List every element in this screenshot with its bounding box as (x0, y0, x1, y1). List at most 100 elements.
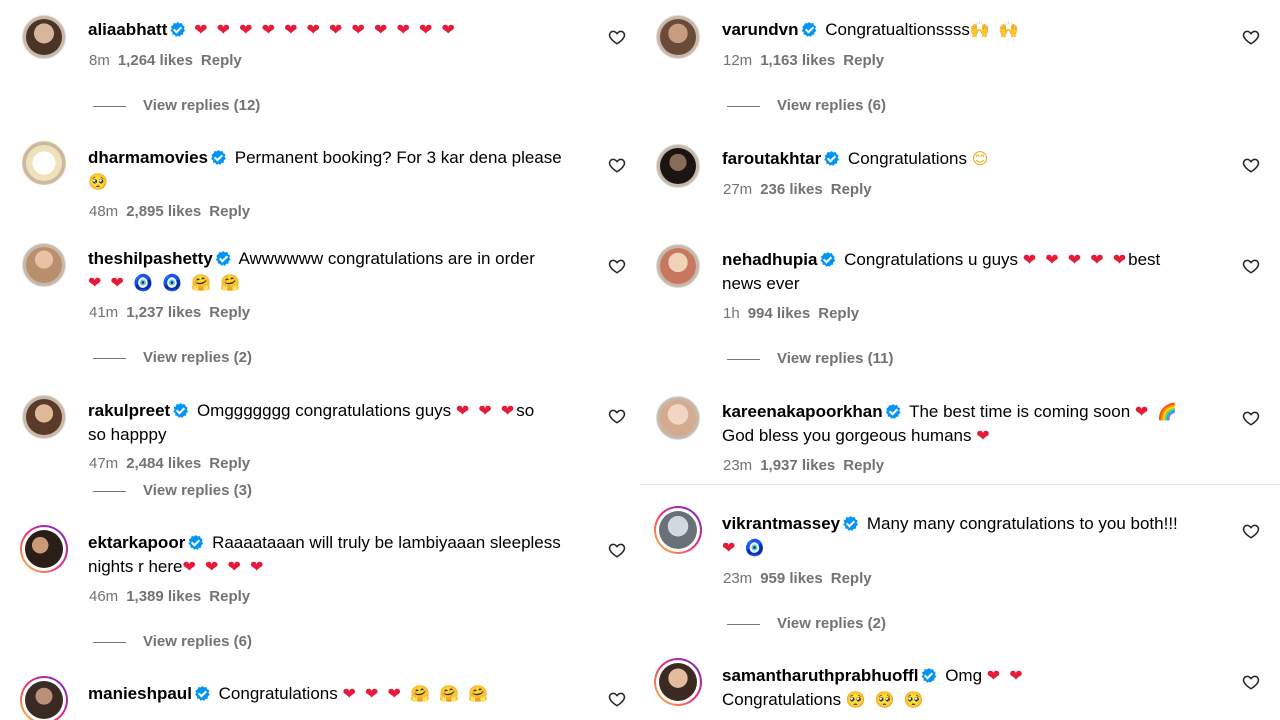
heart-outline-icon[interactable] (608, 257, 626, 275)
comment-emoji: ❤ ❤ ❤ 🤗 🤗 🤗 (342, 684, 490, 703)
comment-emoji: 🙌 🙌 (969, 20, 1021, 39)
heart-outline-icon[interactable] (608, 156, 626, 174)
comment-text: Congratulations (847, 149, 967, 168)
verified-badge-icon (215, 251, 231, 266)
comment-username[interactable]: faroutakhtar (722, 149, 821, 168)
comment-username[interactable]: vikrantmassey (722, 514, 840, 533)
reply-button[interactable]: Reply (209, 455, 250, 472)
heart-outline-icon[interactable] (1242, 522, 1260, 540)
view-replies-label: View replies (11) (777, 350, 894, 367)
comment-time: 12m (723, 52, 753, 69)
comment-meta: 41m 1,237 likes Reply (89, 304, 250, 321)
comment-username[interactable]: varundvn (722, 20, 799, 39)
comment-text: Raaaataaan will truly be lambiyaaan slee… (212, 533, 561, 552)
comment-emoji: ❤ ❤ (986, 666, 1025, 685)
comment-text-line2: Congratulations (722, 690, 842, 709)
reply-button[interactable]: Reply (831, 570, 872, 587)
comment-text-line2: so happpy (88, 425, 167, 444)
view-replies-label: View replies (6) (777, 97, 886, 114)
comment-emoji-2: 🥺 🥺 🥺 (845, 690, 926, 709)
avatar[interactable] (656, 15, 700, 59)
avatar[interactable] (22, 243, 66, 287)
comment-likes[interactable]: 1,163 likes (760, 52, 835, 69)
reply-button[interactable]: Reply (209, 203, 250, 220)
comment-text-line2: nights r here (88, 557, 183, 576)
avatar[interactable] (656, 144, 700, 188)
comment-username[interactable]: dharmamovies (88, 148, 208, 167)
view-replies-button[interactable]: View replies (12) (93, 97, 260, 114)
reply-button[interactable]: Reply (843, 52, 884, 69)
heart-outline-icon[interactable] (608, 541, 626, 559)
comment-username[interactable]: ektarkapoor (88, 533, 185, 552)
heart-outline-icon[interactable] (1242, 257, 1260, 275)
heart-outline-icon[interactable] (608, 690, 626, 708)
comment-likes[interactable]: 1,264 likes (118, 52, 193, 69)
reply-button[interactable]: Reply (201, 52, 242, 69)
avatar[interactable] (654, 658, 702, 706)
comment-likes[interactable]: 1,937 likes (760, 457, 835, 474)
avatar[interactable] (654, 506, 702, 554)
heart-outline-icon[interactable] (1242, 28, 1260, 46)
comment-emoji: 🥺 (88, 172, 110, 191)
comment-emoji-2: ❤ (976, 426, 992, 445)
verified-badge-icon (843, 516, 859, 531)
view-replies-button[interactable]: View replies (3) (93, 482, 252, 499)
avatar[interactable] (20, 676, 68, 720)
replies-line (93, 490, 126, 492)
view-replies-label: View replies (2) (777, 615, 886, 632)
comment-likes[interactable]: 1,389 likes (126, 588, 201, 605)
comment-emoji: ❤ ❤ ❤ ❤ (182, 557, 266, 576)
comment-likes[interactable]: 994 likes (748, 305, 811, 322)
view-replies-label: View replies (12) (143, 97, 261, 114)
reply-button[interactable]: Reply (831, 181, 872, 198)
comment-emoji: ❤ ❤ ❤ ❤ ❤ (1022, 250, 1129, 269)
comment-likes[interactable]: 959 likes (760, 570, 823, 587)
heart-outline-icon[interactable] (608, 28, 626, 46)
view-replies-button[interactable]: View replies (6) (93, 633, 252, 650)
avatar[interactable] (656, 396, 700, 440)
comments-column-right: varundvn Congratualtionssss🙌 🙌 12m 1,163 … (640, 0, 1280, 720)
replies-line (727, 358, 760, 360)
comment-username[interactable]: samantharuthprabhuoffl (722, 666, 918, 685)
view-replies-button[interactable]: View replies (6) (727, 97, 886, 114)
heart-outline-icon[interactable] (1242, 673, 1260, 691)
avatar[interactable] (656, 244, 700, 288)
comment-username[interactable]: theshilpashetty (88, 249, 213, 268)
comment-username[interactable]: rakulpreet (88, 401, 170, 420)
divider (640, 484, 1280, 485)
comment-meta: 23m 1,937 likes Reply (723, 457, 884, 474)
comment-meta: 27m 236 likes Reply (723, 181, 872, 198)
comment-emoji: ❤ ❤ ❤ (455, 401, 517, 420)
comment-likes[interactable]: 236 likes (760, 181, 823, 198)
reply-button[interactable]: Reply (818, 305, 859, 322)
comment-emoji: ❤ 🌈 (1134, 402, 1180, 421)
view-replies-button[interactable]: View replies (2) (93, 349, 252, 366)
reply-button[interactable]: Reply (843, 457, 884, 474)
comment-text-tail: best (1128, 250, 1161, 269)
comment-username[interactable]: kareenakapoorkhan (722, 402, 883, 421)
view-replies-button[interactable]: View replies (11) (727, 350, 893, 367)
comment-likes[interactable]: 2,484 likes (126, 455, 201, 472)
comment-time: 47m (89, 455, 119, 472)
avatar[interactable] (20, 525, 68, 573)
heart-outline-icon[interactable] (608, 407, 626, 425)
comment-username[interactable]: manieshpaul (88, 684, 192, 703)
avatar[interactable] (22, 15, 66, 59)
comment-time: 46m (89, 588, 119, 605)
comment-username[interactable]: nehadhupia (722, 250, 817, 269)
comment-likes[interactable]: 1,237 likes (126, 304, 201, 321)
comment-text: Congratulations (218, 684, 338, 703)
comment-username[interactable]: aliaabhatt (88, 20, 167, 39)
heart-outline-icon[interactable] (1242, 409, 1260, 427)
comments-column-left: aliaabhatt ❤ ❤ ❤ ❤ ❤ ❤ ❤ ❤ ❤ ❤ ❤ ❤ 8m 1,2… (0, 0, 640, 720)
comment-likes[interactable]: 2,895 likes (126, 203, 201, 220)
reply-button[interactable]: Reply (209, 304, 250, 321)
comment-time: 41m (89, 304, 119, 321)
comment-meta: 12m 1,163 likes Reply (723, 52, 884, 69)
comment-time: 27m (723, 181, 753, 198)
reply-button[interactable]: Reply (209, 588, 250, 605)
avatar[interactable] (22, 395, 66, 439)
avatar[interactable] (22, 141, 66, 185)
view-replies-button[interactable]: View replies (2) (727, 615, 886, 632)
heart-outline-icon[interactable] (1242, 156, 1260, 174)
